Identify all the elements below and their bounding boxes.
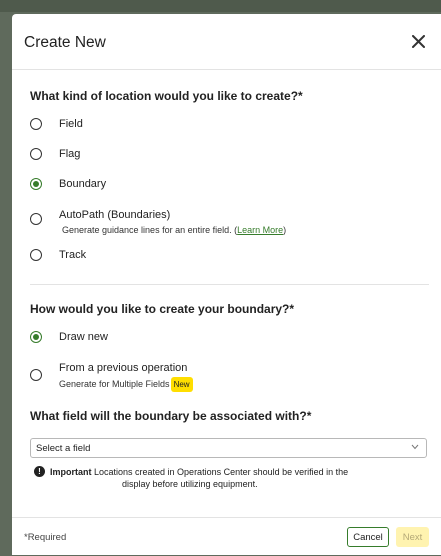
- create-new-dialog: Create New What kind of location would y…: [12, 14, 441, 555]
- boundary-question: How would you like to create your bounda…: [30, 302, 295, 316]
- radio-option-track[interactable]: Track: [30, 249, 86, 262]
- radio-label: Boundary: [59, 178, 107, 190]
- radio-button[interactable]: [30, 369, 42, 381]
- close-button[interactable]: [407, 28, 429, 54]
- learn-more-link[interactable]: Learn More: [237, 225, 283, 235]
- section-divider: [30, 284, 429, 285]
- next-button[interactable]: Next: [396, 527, 429, 547]
- notice-text-line2: display before utilizing equipment.: [122, 479, 258, 489]
- radio-button[interactable]: [30, 249, 42, 261]
- important-notice: ! Important Locations created in Operati…: [34, 466, 424, 490]
- notice-text: Locations created in Operations Center s…: [91, 467, 349, 477]
- cancel-button[interactable]: Cancel: [347, 527, 389, 547]
- radio-label: Flag: [59, 148, 81, 160]
- backdrop: [0, 0, 441, 12]
- exclamation-icon: !: [34, 466, 45, 477]
- chevron-down-icon: [411, 444, 419, 450]
- radio-label: Draw new: [59, 331, 108, 343]
- field-select[interactable]: Select a field: [30, 438, 427, 458]
- radio-label: Field: [59, 118, 83, 130]
- dialog-title: Create New: [24, 34, 106, 51]
- radio-button-selected[interactable]: [30, 178, 42, 190]
- field-select-value: Select a field: [36, 442, 91, 454]
- new-badge: New: [170, 377, 193, 392]
- required-note: *Required: [24, 532, 67, 543]
- radio-label: From a previous operation: [59, 362, 188, 374]
- dialog-header: Create New: [12, 14, 441, 70]
- radio-label: AutoPath (Boundaries): [59, 209, 171, 221]
- radio-sublabel: Generate guidance lines for an entire fi…: [62, 225, 287, 235]
- radio-option-autopath[interactable]: AutoPath (Boundaries) Generate guidance …: [30, 209, 286, 237]
- radio-option-draw-new[interactable]: Draw new: [30, 331, 108, 344]
- field-question: What field will the boundary be associat…: [30, 409, 312, 423]
- close-icon: [411, 34, 425, 48]
- radio-option-boundary[interactable]: Boundary: [30, 178, 106, 191]
- radio-button-selected[interactable]: [30, 331, 42, 343]
- radio-button[interactable]: [30, 148, 42, 160]
- dialog-footer: *Required Cancel Next: [12, 517, 441, 556]
- radio-option-flag[interactable]: Flag: [30, 148, 80, 161]
- location-question: What kind of location would you like to …: [30, 89, 303, 103]
- radio-sublabel: Generate for Multiple Fields New: [59, 377, 193, 392]
- notice-bold: Important: [50, 467, 92, 477]
- radio-label: Track: [59, 249, 87, 261]
- radio-button[interactable]: [30, 118, 42, 130]
- radio-option-previous-operation[interactable]: From a previous operation Generate for M…: [30, 362, 193, 392]
- radio-button[interactable]: [30, 213, 42, 225]
- radio-option-field[interactable]: Field: [30, 118, 83, 131]
